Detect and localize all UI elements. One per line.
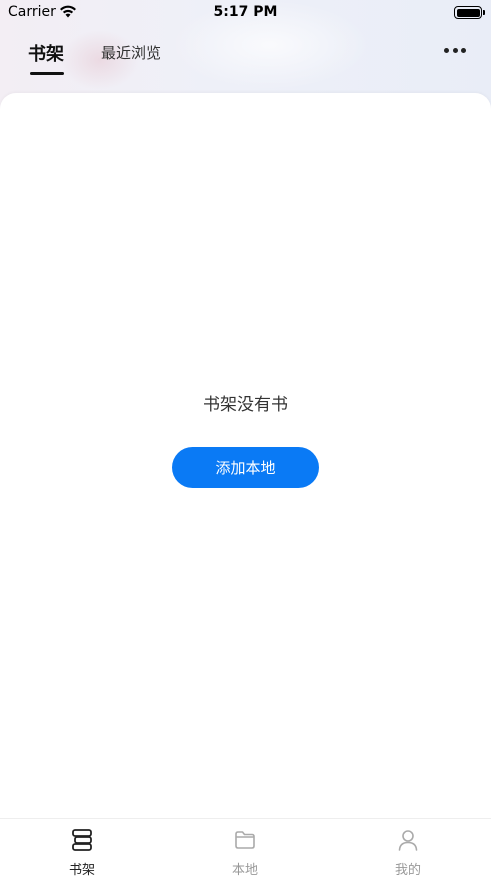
bottom-tab-bar: 书架 本地 我的 — [0, 818, 491, 877]
bookshelf-icon — [72, 829, 92, 851]
more-options-icon[interactable] — [444, 44, 466, 56]
tabbar-label: 本地 — [231, 863, 258, 877]
tabbar-item-local[interactable]: 本地 — [205, 819, 285, 877]
user-icon — [398, 830, 418, 851]
tabbar-item-mine[interactable]: 我的 — [368, 819, 448, 877]
tabbar-label: 书架 — [68, 863, 95, 877]
tabbar-item-bookshelf[interactable]: 书架 — [42, 819, 122, 877]
tab-bookshelf[interactable]: 书架 — [28, 40, 64, 66]
add-local-button[interactable]: 添加本地 — [172, 447, 319, 488]
tabbar-label: 我的 — [394, 863, 421, 877]
status-bar: Carrier 5:17 PM — [0, 0, 491, 24]
empty-state-message: 书架没有书 — [203, 395, 288, 415]
active-tab-indicator — [30, 72, 64, 75]
folder-icon — [235, 831, 255, 849]
clock: 5:17 PM — [213, 4, 278, 20]
tab-recent-browsing[interactable]: 最近浏览 — [101, 42, 161, 63]
battery-icon — [454, 6, 485, 19]
